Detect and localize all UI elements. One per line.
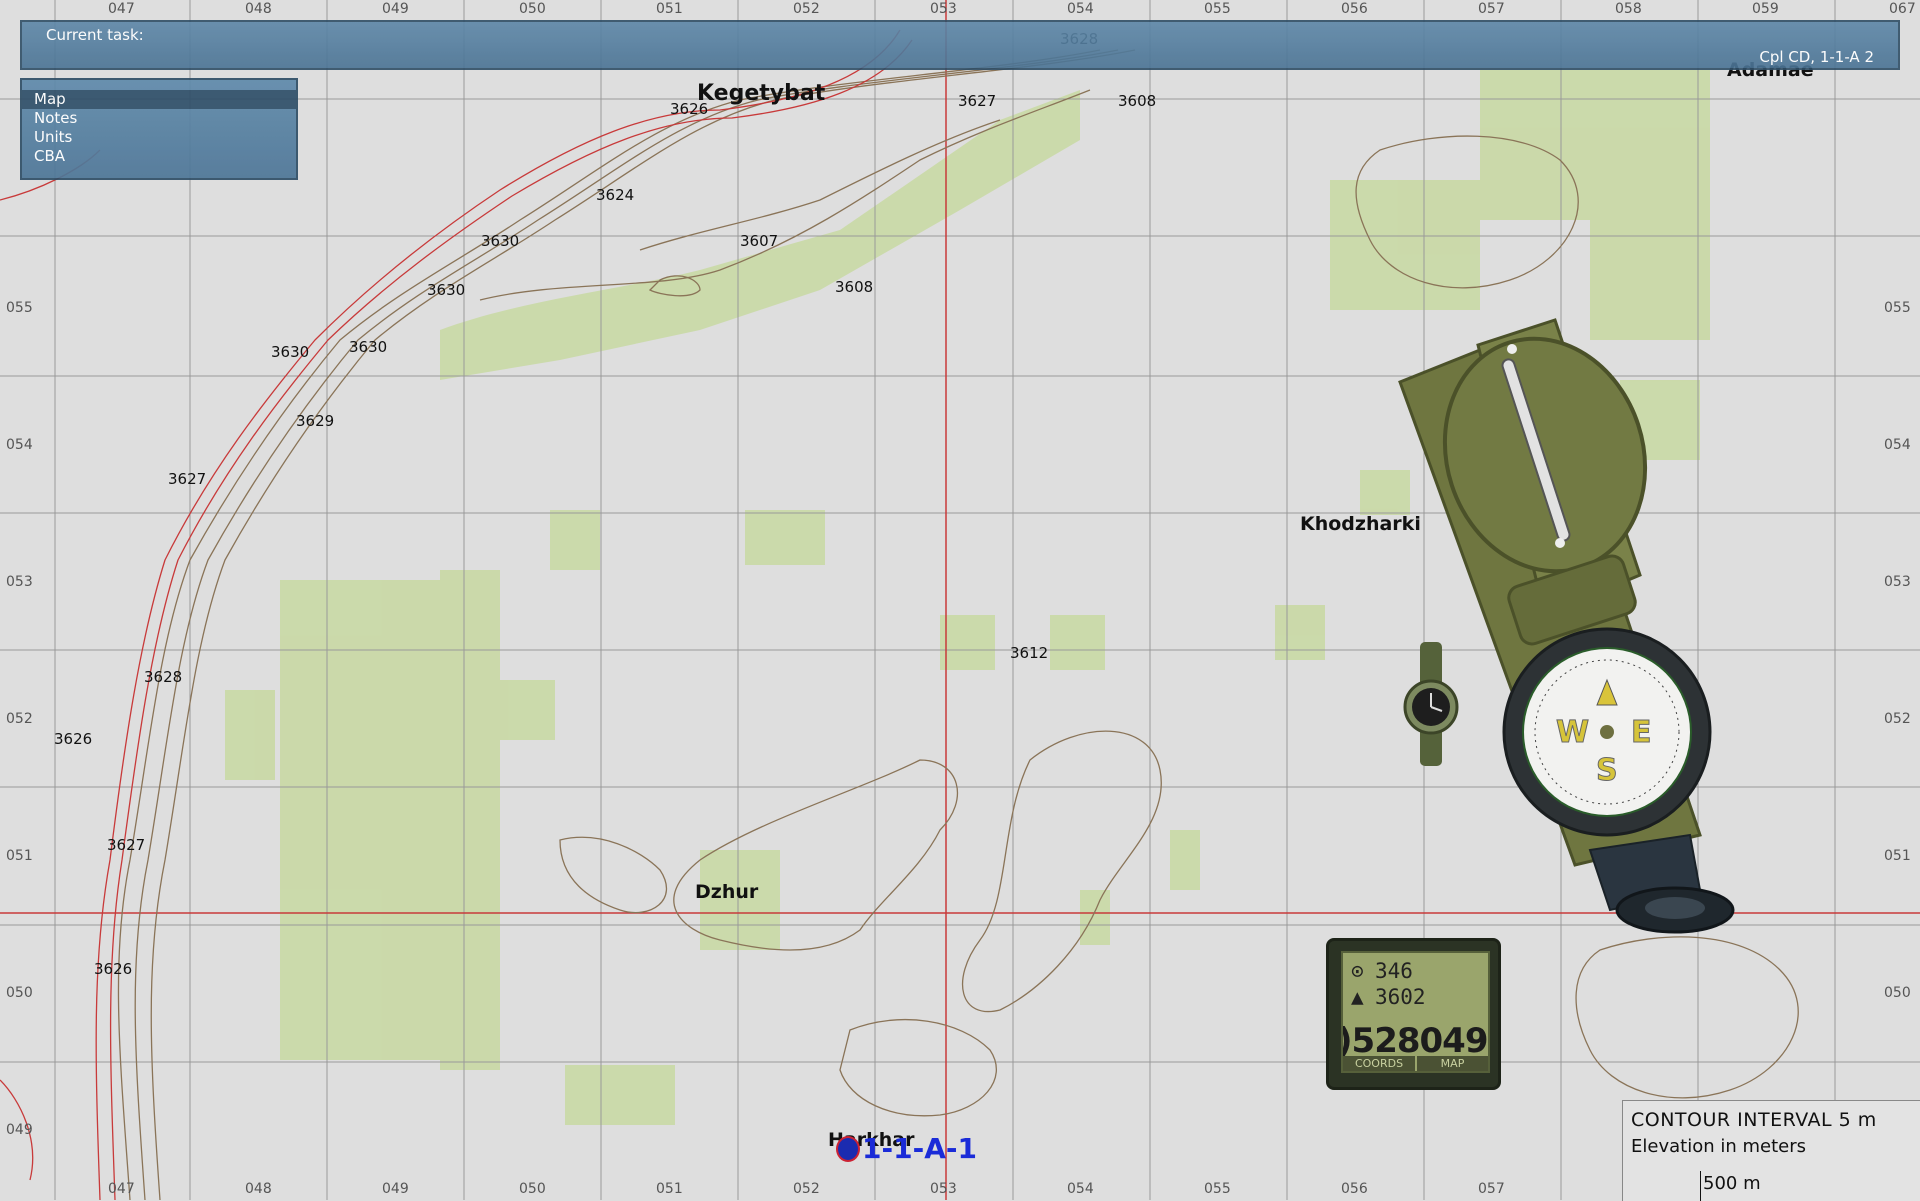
svg-text:057: 057 — [1478, 1181, 1505, 1197]
svg-text:3626: 3626 — [54, 730, 92, 748]
svg-text:W: W — [1556, 715, 1589, 750]
svg-text:052: 052 — [793, 1, 820, 17]
menu-item-units[interactable]: Units — [22, 128, 296, 147]
contour-interval-label: CONTOUR INTERVAL 5 m — [1631, 1109, 1877, 1131]
svg-text:052: 052 — [6, 711, 33, 727]
svg-text:053: 053 — [6, 574, 33, 590]
svg-text:055: 055 — [1204, 1181, 1231, 1197]
svg-text:055: 055 — [1884, 300, 1911, 316]
svg-text:050: 050 — [519, 1181, 546, 1197]
svg-text:049: 049 — [382, 1, 409, 17]
svg-text:051: 051 — [1884, 848, 1911, 864]
player-unit-label: Cpl CD, 1-1-A 2 — [1759, 48, 1874, 66]
gps-tab-coords[interactable]: COORDS — [1343, 1056, 1415, 1071]
task-bar: Current task: Cpl CD, 1-1-A 2 — [20, 20, 1900, 70]
gps-device[interactable]: ⊙ 346 ▲ 3602 )5280493 COORDS MAP — [1326, 938, 1501, 1090]
svg-text:049: 049 — [6, 1122, 33, 1138]
svg-text:052: 052 — [793, 1181, 820, 1197]
svg-text:3612: 3612 — [1010, 644, 1048, 662]
mountain-icon: ▲ — [1351, 985, 1364, 1009]
svg-text:056: 056 — [1341, 1181, 1368, 1197]
svg-text:056: 056 — [1341, 1, 1368, 17]
svg-text:055: 055 — [6, 300, 33, 316]
svg-text:3627: 3627 — [958, 92, 996, 110]
svg-text:047: 047 — [108, 1181, 135, 1197]
svg-text:067: 067 — [1889, 1, 1916, 17]
gps-coordinates: )5280493 — [1341, 1021, 1488, 1061]
svg-text:3628: 3628 — [144, 668, 182, 686]
svg-text:3627: 3627 — [168, 470, 206, 488]
svg-text:S: S — [1596, 753, 1618, 788]
tactical-map[interactable]: 047 048 049 050 051 052 053 054 055 056 … — [0, 0, 1920, 1200]
svg-text:3630: 3630 — [481, 232, 519, 250]
svg-text:3630: 3630 — [271, 343, 309, 361]
svg-text:E: E — [1631, 715, 1652, 750]
svg-text:058: 058 — [1615, 1, 1642, 17]
svg-text:051: 051 — [656, 1, 683, 17]
briefing-menu: Map Notes Units CBA — [20, 78, 298, 180]
svg-text:3630: 3630 — [427, 281, 465, 299]
town-dzhur: Dzhur — [695, 881, 759, 903]
svg-text:054: 054 — [6, 437, 33, 453]
menu-item-map[interactable]: Map — [22, 90, 296, 109]
svg-text:054: 054 — [1067, 1181, 1094, 1197]
map-legend: CONTOUR INTERVAL 5 m Elevation in meters… — [1622, 1100, 1920, 1201]
svg-text:057: 057 — [1478, 1, 1505, 17]
scale-label: 500 m — [1703, 1173, 1761, 1194]
svg-text:054: 054 — [1884, 437, 1911, 453]
scale-bar — [1700, 1171, 1701, 1201]
svg-text:3626: 3626 — [94, 960, 132, 978]
svg-text:055: 055 — [1204, 1, 1231, 17]
menu-item-cba[interactable]: CBA — [22, 147, 296, 166]
gps-screen: ⊙ 346 ▲ 3602 )5280493 COORDS MAP — [1341, 951, 1490, 1073]
elevation-units-label: Elevation in meters — [1631, 1136, 1806, 1157]
menu-item-notes[interactable]: Notes — [22, 109, 296, 128]
svg-text:053: 053 — [930, 1, 957, 17]
svg-text:050: 050 — [519, 1, 546, 17]
svg-text:3608: 3608 — [1118, 92, 1156, 110]
current-task-label: Current task: — [46, 26, 144, 44]
svg-text:048: 048 — [245, 1, 272, 17]
svg-text:3630: 3630 — [349, 338, 387, 356]
svg-text:3629: 3629 — [296, 412, 334, 430]
svg-text:051: 051 — [656, 1181, 683, 1197]
svg-text:3627: 3627 — [107, 836, 145, 854]
svg-text:051: 051 — [6, 848, 33, 864]
town-khodzharki: Khodzharki — [1300, 513, 1421, 535]
svg-text:049: 049 — [382, 1181, 409, 1197]
gps-altitude: 3602 — [1375, 985, 1426, 1009]
svg-text:3608: 3608 — [835, 278, 873, 296]
svg-text:053: 053 — [1884, 574, 1911, 590]
gps-tab-map[interactable]: MAP — [1417, 1056, 1488, 1071]
svg-text:054: 054 — [1067, 1, 1094, 17]
svg-text:3624: 3624 — [596, 186, 634, 204]
unit-marker-label[interactable]: 1-1-A-1 — [832, 1132, 977, 1165]
town-kegetybat: Kegetybat — [697, 81, 826, 106]
svg-text:059: 059 — [1752, 1, 1779, 17]
svg-text:050: 050 — [1884, 985, 1911, 1001]
svg-text:050: 050 — [6, 985, 33, 1001]
svg-text:3607: 3607 — [740, 232, 778, 250]
gps-heading: 346 — [1375, 959, 1413, 983]
svg-text:053: 053 — [930, 1181, 957, 1197]
svg-text:048: 048 — [245, 1181, 272, 1197]
svg-text:047: 047 — [108, 1, 135, 17]
compass-heading-icon: ⊙ — [1351, 959, 1364, 983]
svg-text:052: 052 — [1884, 711, 1911, 727]
